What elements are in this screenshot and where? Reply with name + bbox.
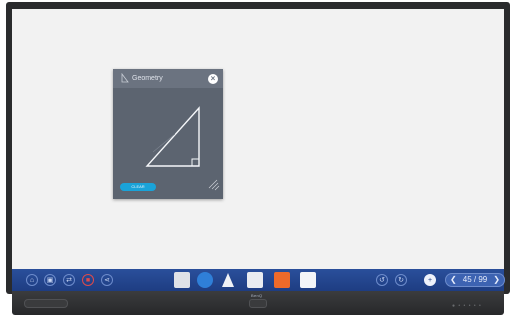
ruler-icon xyxy=(121,70,129,88)
page-indicator: 45 / 99 xyxy=(462,275,488,284)
whiteboard-icon[interactable]: ▣ xyxy=(44,274,56,286)
close-button[interactable]: × xyxy=(208,74,218,84)
prev-page-icon[interactable]: ❮ xyxy=(450,276,457,284)
next-page-icon[interactable]: ❯ xyxy=(493,276,500,284)
brand-logo: BenQ xyxy=(251,293,263,298)
toolbox-app[interactable] xyxy=(274,272,290,288)
display-app[interactable] xyxy=(247,272,263,288)
tools-app[interactable] xyxy=(220,272,236,288)
undo-icon[interactable]: ↺ xyxy=(376,274,388,286)
gallery-app[interactable] xyxy=(174,272,190,288)
stop-icon[interactable]: ■ xyxy=(82,274,94,286)
window-title: Geometry xyxy=(132,75,163,82)
front-ports xyxy=(24,299,68,308)
notes-app[interactable] xyxy=(300,272,316,288)
window-title-bar[interactable]: Geometry xyxy=(113,69,223,88)
switch-icon[interactable]: ⇄ xyxy=(63,274,75,286)
add-page-icon[interactable]: + xyxy=(424,274,436,286)
redo-icon[interactable]: ↻ xyxy=(395,274,407,286)
home-icon[interactable]: ⌂ xyxy=(26,274,38,286)
share-icon[interactable]: ⋖ xyxy=(101,274,113,286)
sensor-dots: ● • • • • • xyxy=(452,303,482,309)
page-navigator[interactable]: ❮ 45 / 99 ❯ xyxy=(445,273,505,287)
canvas-screen[interactable]: Geometry × CLEAR xyxy=(12,9,504,269)
geometry-window[interactable]: Geometry × CLEAR xyxy=(113,69,223,199)
bottom-taskbar: ⌂ ▣ ⇄ ■ ⋖ ↺ ↻ + ❮ 45 / 99 ❯ xyxy=(12,269,505,291)
browser-app[interactable] xyxy=(197,272,213,288)
power-button[interactable] xyxy=(249,299,267,308)
clear-button[interactable]: CLEAR xyxy=(120,183,156,191)
